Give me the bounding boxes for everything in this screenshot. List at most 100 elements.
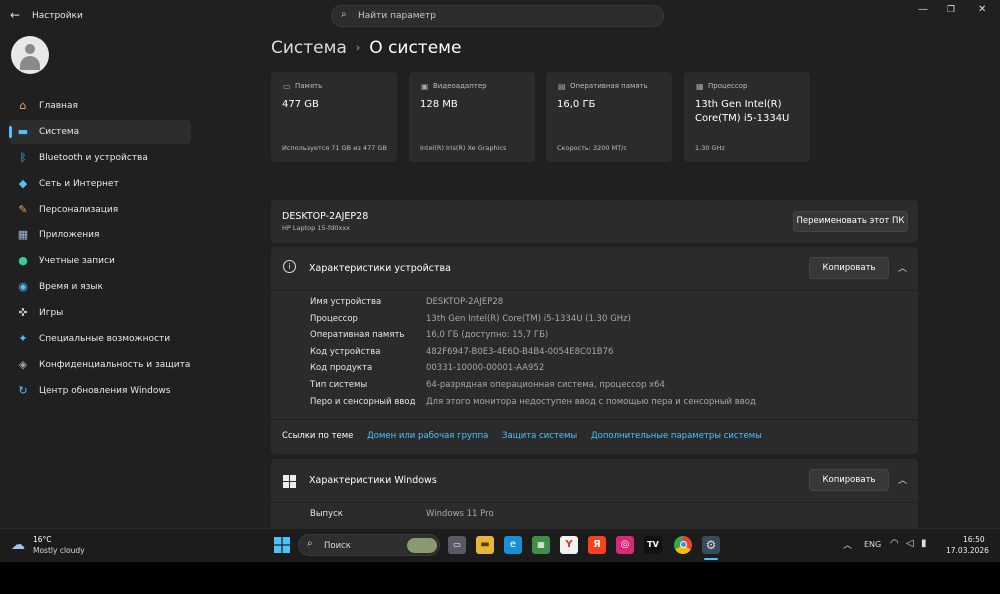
breadcrumb-parent[interactable]: Система bbox=[271, 38, 347, 58]
weather-cloud-icon[interactable]: ☁ bbox=[11, 537, 25, 553]
settings-search-input[interactable]: ⌕ Найти параметр bbox=[331, 5, 664, 27]
breadcrumb-separator: › bbox=[355, 41, 361, 54]
taskbar-search[interactable]: ⌕ Поиск bbox=[298, 534, 440, 556]
spec-value: 13th Gen Intel(R) Core(TM) i5-1334U (1.3… bbox=[426, 313, 631, 324]
settings-gear-icon[interactable]: ⚙ bbox=[702, 536, 720, 554]
card-cpu[interactable]: ▦ Процессор 13th Gen Intel(R) Core(TM) i… bbox=[684, 72, 810, 162]
sidebar-item[interactable]: ▦ Приложения bbox=[9, 223, 191, 247]
search-placeholder: Найти параметр bbox=[358, 11, 436, 21]
accessibility-icon: ✦ bbox=[18, 332, 28, 346]
sidebar-item[interactable]: ◆ Сеть и Интернет bbox=[9, 172, 191, 196]
link-advanced-system-settings[interactable]: Дополнительные параметры системы bbox=[591, 431, 762, 441]
device-name: DESKTOP-2AJEP28 bbox=[282, 211, 369, 222]
close-icon[interactable]: ✕ bbox=[978, 4, 986, 15]
copy-device-specs-button[interactable]: Копировать bbox=[809, 257, 889, 279]
sidebar-item[interactable]: ▬ Система bbox=[9, 119, 191, 144]
taskbar-search-label: Поиск bbox=[324, 541, 351, 551]
spec-value: DESKTOP-2AJEP28 bbox=[426, 297, 504, 307]
tradingview-icon[interactable]: TV bbox=[644, 536, 662, 554]
store-icon[interactable]: ▦ bbox=[532, 536, 550, 554]
card-label: Оперативная память bbox=[570, 82, 648, 90]
minimize-icon[interactable]: — bbox=[918, 4, 928, 15]
home-icon: ⌂ bbox=[19, 99, 27, 112]
weather-temp[interactable]: 16°C bbox=[33, 535, 52, 544]
info-icon: i bbox=[283, 260, 296, 273]
chrome-icon[interactable] bbox=[674, 536, 692, 554]
active-app-indicator bbox=[704, 558, 718, 560]
spec-key: Перо и сенсорный ввод bbox=[310, 396, 416, 407]
weather-desc[interactable]: Mostly cloudy bbox=[33, 546, 85, 555]
user-avatar[interactable] bbox=[11, 36, 49, 74]
spec-key: Выпуск bbox=[310, 509, 343, 519]
sidebar-item-label: Конфиденциальность и защита bbox=[39, 359, 191, 370]
card-storage[interactable]: ▭ Память 477 GB Используется 71 GB из 47… bbox=[271, 72, 397, 162]
device-model: HP Laptop 15-fd0xxx bbox=[282, 224, 351, 232]
link-system-protection[interactable]: Защита системы bbox=[502, 431, 577, 441]
card-ram[interactable]: ▤ Оперативная память 16,0 ГБ Скорость: 3… bbox=[546, 72, 672, 162]
ram-icon: ▤ bbox=[558, 82, 566, 91]
settings-window: ← Настройки ⌕ Найти параметр — ❐ ✕ ⌂ Глав… bbox=[0, 0, 1000, 528]
card-detail: Скорость: 3200 MT/с bbox=[557, 144, 627, 152]
gamepad-icon: ✜ bbox=[18, 306, 28, 320]
search-icon: ⌕ bbox=[341, 9, 347, 20]
windows-specs-header[interactable]: Характеристики Windows Копировать ︿ bbox=[271, 459, 918, 502]
sidebar-item[interactable]: ◈ Конфиденциальность и защита bbox=[9, 353, 191, 377]
link-domain-workgroup[interactable]: Домен или рабочая группа bbox=[367, 431, 488, 441]
start-windows-icon[interactable] bbox=[274, 537, 290, 553]
copy-windows-specs-button[interactable]: Копировать bbox=[809, 469, 889, 491]
instagram-icon[interactable]: ◎ bbox=[616, 536, 634, 554]
sidebar-item-label: Центр обновления Windows bbox=[39, 385, 171, 396]
breadcrumb: Система › О системе bbox=[271, 38, 461, 58]
card-value: 477 GB bbox=[282, 99, 319, 110]
chevron-up-icon[interactable]: ︿ bbox=[898, 473, 907, 486]
sidebar-item[interactable]: ✎ Персонализация bbox=[9, 198, 191, 222]
divider bbox=[271, 419, 918, 420]
card-detail: Intel(R) Iris(R) Xe Graphics bbox=[420, 144, 507, 152]
sidebar-item[interactable]: ↻ Центр обновления Windows bbox=[9, 379, 191, 403]
gpu-icon: ▣ bbox=[421, 82, 429, 91]
app-title: Настройки bbox=[32, 11, 83, 21]
sidebar-item[interactable]: ᛒ Bluetooth и устройства bbox=[9, 146, 191, 170]
sidebar-item-label: Система bbox=[39, 126, 80, 137]
chevron-up-icon[interactable]: ︿ bbox=[898, 261, 907, 274]
back-arrow-icon[interactable]: ← bbox=[10, 8, 20, 22]
card-gpu[interactable]: ▣ Видеоадаптер 128 MB Intel(R) Iris(R) X… bbox=[409, 72, 535, 162]
clock-date[interactable]: 17.03.2026 bbox=[946, 546, 989, 555]
language-indicator[interactable]: ENG bbox=[864, 540, 881, 549]
sidebar-item[interactable]: ✜ Игры bbox=[9, 301, 191, 325]
battery-icon[interactable]: ▮ bbox=[921, 538, 927, 549]
card-detail: 1.30 GHz bbox=[695, 144, 725, 152]
spec-value: 00331-10000-00001-AA952 bbox=[426, 363, 545, 374]
wifi-icon[interactable]: ◠ bbox=[890, 538, 899, 549]
monitor-icon: ▬ bbox=[17, 124, 29, 138]
volume-icon[interactable]: ◁ bbox=[906, 538, 914, 549]
sidebar-item[interactable]: ● Учетные записи bbox=[9, 249, 191, 273]
yandex-icon[interactable]: Я bbox=[588, 536, 606, 554]
sidebar-item[interactable]: ✦ Специальные возможности bbox=[9, 327, 191, 351]
maximize-icon[interactable]: ❐ bbox=[947, 5, 955, 15]
apps-icon: ▦ bbox=[17, 228, 29, 242]
file-explorer-icon[interactable]: ▬ bbox=[476, 536, 494, 554]
sidebar-item-label: Учетные записи bbox=[39, 256, 115, 267]
device-specs-header[interactable]: i Характеристики устройства Копировать ︿ bbox=[271, 247, 918, 290]
spec-key: Оперативная память bbox=[310, 330, 405, 341]
sidebar-item-label: Bluetooth и устройства bbox=[39, 152, 148, 163]
card-label: Процессор bbox=[708, 82, 748, 90]
yandex-browser-icon[interactable]: Y bbox=[560, 536, 578, 554]
task-view-icon[interactable]: ▭ bbox=[448, 536, 466, 554]
rename-pc-button[interactable]: Переименовать этот ПК bbox=[793, 211, 908, 232]
edge-icon[interactable]: e bbox=[504, 536, 522, 554]
sidebar-item[interactable]: ◉ Время и язык bbox=[9, 275, 191, 299]
clock-time[interactable]: 16:50 bbox=[963, 535, 985, 544]
spec-value: Для этого монитора недоступен ввод с пом… bbox=[426, 396, 756, 407]
chevron-up-icon[interactable]: ︿ bbox=[843, 538, 852, 551]
sidebar-item[interactable]: ⌂ Главная bbox=[9, 94, 191, 118]
windows-logo-icon bbox=[283, 473, 296, 488]
spec-value: 482F6947-B0E3-4E6D-B4B4-0054E8C01B76 bbox=[426, 346, 614, 357]
sidebar-item-label: Специальные возможности bbox=[39, 334, 171, 345]
spec-value: Windows 11 Pro bbox=[426, 509, 494, 519]
sidebar-item-label: Приложения bbox=[39, 230, 100, 241]
search-highlight-image bbox=[407, 538, 437, 553]
taskbar: ☁ 16°C Mostly cloudy ⌕ Поиск ▭ ▬ e ▦ Y Я… bbox=[0, 528, 1000, 562]
spec-key: Тип системы bbox=[310, 380, 368, 390]
